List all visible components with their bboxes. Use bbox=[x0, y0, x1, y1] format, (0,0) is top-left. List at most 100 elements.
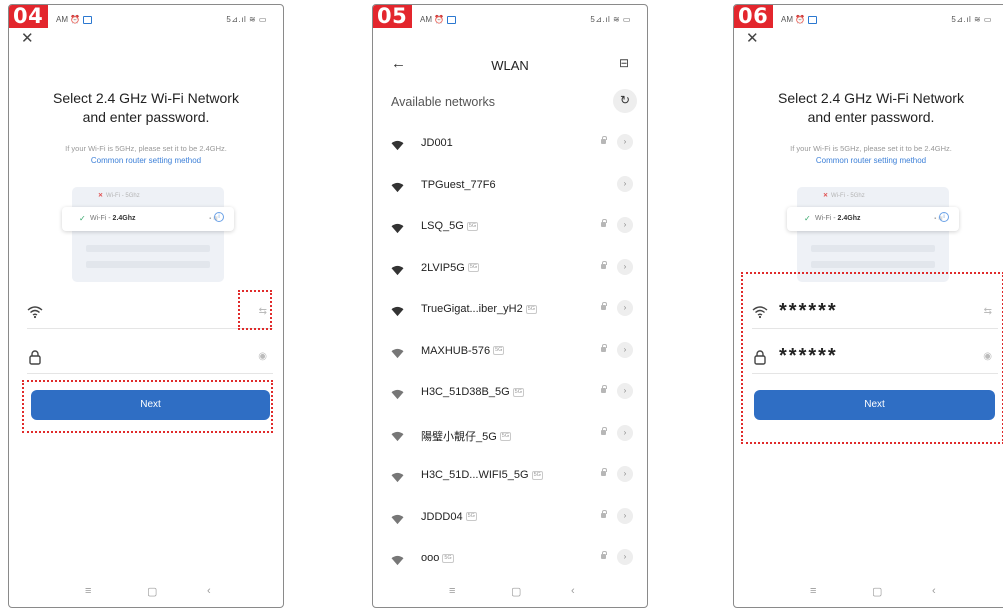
network-item[interactable]: MAXHUB-576 5G › bbox=[391, 341, 637, 371]
back-nav-icon[interactable]: ‹ bbox=[571, 585, 575, 597]
network-item[interactable]: TPGuest_77F6 › bbox=[391, 175, 637, 205]
home-icon[interactable]: ▢ bbox=[147, 585, 157, 598]
illus-placeholder-bar bbox=[86, 245, 210, 252]
scan-qr-icon[interactable]: ⊟ bbox=[619, 56, 629, 70]
lock-icon bbox=[601, 136, 607, 144]
illus-24g-card: ✓ Wi-Fi - 2.4Ghz ▪ ≋ i bbox=[787, 207, 959, 231]
illus-5g-row: ✕ Wi-Fi - 5Ghz bbox=[98, 193, 140, 199]
phone-screen-step-05: 05 AM ⏰ 5⊿.ıl ≋ ▭ ← WLAN ⊟ Available net… bbox=[372, 4, 648, 608]
chevron-right-icon[interactable]: › bbox=[617, 466, 633, 482]
page-title: Select 2.4 GHz Wi-Fi Network and enter p… bbox=[734, 89, 1003, 127]
wifi-signal-icon bbox=[391, 265, 404, 275]
network-name: H3C_51D...WIFI5_5G 5G bbox=[421, 469, 543, 481]
chevron-right-icon[interactable]: › bbox=[617, 341, 633, 358]
check-icon: ✓ bbox=[79, 214, 86, 223]
network-item[interactable]: 2LVIP5G 5G › bbox=[391, 258, 637, 288]
router-setting-link[interactable]: Common router setting method bbox=[9, 156, 283, 165]
wifi-signal-icon bbox=[391, 472, 404, 483]
lock-icon bbox=[601, 468, 607, 476]
chevron-right-icon[interactable]: › bbox=[617, 175, 633, 192]
status-time: AM bbox=[420, 15, 432, 24]
password-field[interactable]: ◉ bbox=[27, 340, 273, 374]
band-badge: 5G bbox=[531, 470, 543, 480]
highlight-credentials-area bbox=[741, 272, 1003, 444]
title-line-2: and enter password. bbox=[807, 109, 935, 125]
network-name: TrueGigat...iber_yH2 5G bbox=[421, 303, 538, 315]
close-icon[interactable]: ✕ bbox=[21, 31, 34, 46]
network-name: JDDD04 5G bbox=[421, 510, 477, 523]
notification-icon bbox=[808, 15, 818, 24]
android-nav-bar: ≡ ▢ ‹ bbox=[9, 583, 283, 603]
chevron-right-icon[interactable]: › bbox=[617, 549, 633, 565]
status-time: AM bbox=[56, 15, 68, 24]
wifi-icon bbox=[27, 306, 43, 319]
wifi-signal-icon bbox=[391, 514, 404, 524]
band-badge: 5G bbox=[499, 432, 512, 442]
illus-placeholder-bar bbox=[811, 245, 935, 252]
illus-24g-card: ✓ Wi-Fi - 2.4Ghz ▪ ≋ i bbox=[62, 207, 234, 231]
status-bar-icons: 5⊿.ıl ≋ ▭ bbox=[226, 15, 267, 24]
menu-icon[interactable]: ≡ bbox=[85, 585, 91, 597]
chevron-right-icon[interactable]: › bbox=[617, 258, 633, 275]
chevron-right-icon[interactable]: › bbox=[617, 424, 633, 441]
network-item[interactable]: H3C_51D38B_5G 5G › bbox=[391, 382, 637, 412]
title-line-2: and enter password. bbox=[82, 109, 210, 125]
cross-icon: ✕ bbox=[823, 193, 829, 199]
band-hint: If your Wi-Fi is 5GHz, please set it to … bbox=[65, 144, 227, 153]
network-item[interactable]: H3C_51D...WIFI5_5G 5G › bbox=[391, 465, 637, 495]
lock-icon bbox=[601, 260, 607, 269]
network-item[interactable]: JDDD04 5G › bbox=[391, 507, 637, 537]
refresh-icon[interactable]: ↻ bbox=[613, 89, 637, 113]
menu-icon[interactable]: ≡ bbox=[449, 585, 455, 597]
available-networks-label: Available networks bbox=[391, 95, 495, 109]
network-name: TPGuest_77F6 bbox=[421, 178, 496, 191]
band-badge: 5G bbox=[466, 221, 479, 231]
ssid-field[interactable]: ⇆ bbox=[27, 295, 273, 329]
chevron-right-icon[interactable]: › bbox=[617, 507, 633, 524]
status-bar-icons: 5⊿.ıl ≋ ▭ bbox=[590, 15, 631, 24]
notification-icon bbox=[83, 15, 93, 24]
back-nav-icon[interactable]: ‹ bbox=[932, 585, 936, 597]
band-badge: 5G bbox=[525, 304, 538, 314]
lock-icon bbox=[601, 302, 607, 310]
eye-icon[interactable]: ◉ bbox=[258, 351, 267, 362]
status-time: AM bbox=[781, 15, 793, 24]
lock-icon bbox=[601, 385, 607, 393]
network-name: 陽璧小靚仔_5G 5G bbox=[421, 430, 512, 443]
step-badge: 06 bbox=[734, 5, 774, 28]
status-bar-left: AM ⏰ bbox=[420, 15, 457, 24]
chevron-right-icon[interactable]: › bbox=[617, 217, 633, 233]
network-name: ooo 5G bbox=[421, 552, 454, 564]
android-nav-bar: ≡ ▢ ‹ bbox=[734, 583, 1003, 603]
wifi-signal-icon bbox=[391, 140, 404, 151]
router-setting-link[interactable]: Common router setting method bbox=[734, 156, 1003, 165]
step-badge: 05 bbox=[373, 5, 413, 28]
network-item[interactable]: LSQ_5G 5G › bbox=[391, 216, 637, 246]
lock-icon bbox=[601, 426, 607, 435]
info-icon: i bbox=[214, 212, 224, 222]
illus-placeholder-bar bbox=[811, 261, 935, 268]
info-icon: i bbox=[939, 212, 949, 222]
network-item[interactable]: JD001 › bbox=[391, 133, 637, 163]
chevron-right-icon[interactable]: › bbox=[617, 300, 633, 316]
illus-5g-row: ✕ Wi-Fi - 5Ghz bbox=[823, 193, 865, 199]
menu-icon[interactable]: ≡ bbox=[810, 585, 816, 597]
network-item[interactable]: ooo 5G › bbox=[391, 548, 637, 578]
home-icon[interactable]: ▢ bbox=[872, 585, 882, 598]
back-nav-icon[interactable]: ‹ bbox=[207, 585, 211, 597]
phone-screen-step-04: 04 AM ⏰ 5⊿.ıl ≋ ▭ ✕ Select 2.4 GHz Wi-Fi… bbox=[8, 4, 284, 608]
chevron-right-icon[interactable]: › bbox=[617, 383, 633, 399]
network-item[interactable]: TrueGigat...iber_yH2 5G › bbox=[391, 299, 637, 329]
chevron-right-icon[interactable]: › bbox=[617, 134, 633, 150]
home-icon[interactable]: ▢ bbox=[511, 585, 521, 598]
band-badge: 5G bbox=[465, 512, 477, 522]
network-name: LSQ_5G 5G bbox=[421, 220, 479, 232]
network-name: JD001 bbox=[421, 137, 453, 149]
network-name: MAXHUB-576 5G bbox=[421, 344, 505, 357]
lock-icon bbox=[29, 350, 41, 365]
title-line-1: Select 2.4 GHz Wi-Fi Network bbox=[53, 90, 239, 106]
cross-icon: ✕ bbox=[98, 193, 104, 199]
network-item[interactable]: 陽璧小靚仔_5G 5G › bbox=[391, 424, 637, 454]
close-icon[interactable]: ✕ bbox=[746, 31, 759, 46]
wifi-signal-icon bbox=[391, 389, 404, 400]
